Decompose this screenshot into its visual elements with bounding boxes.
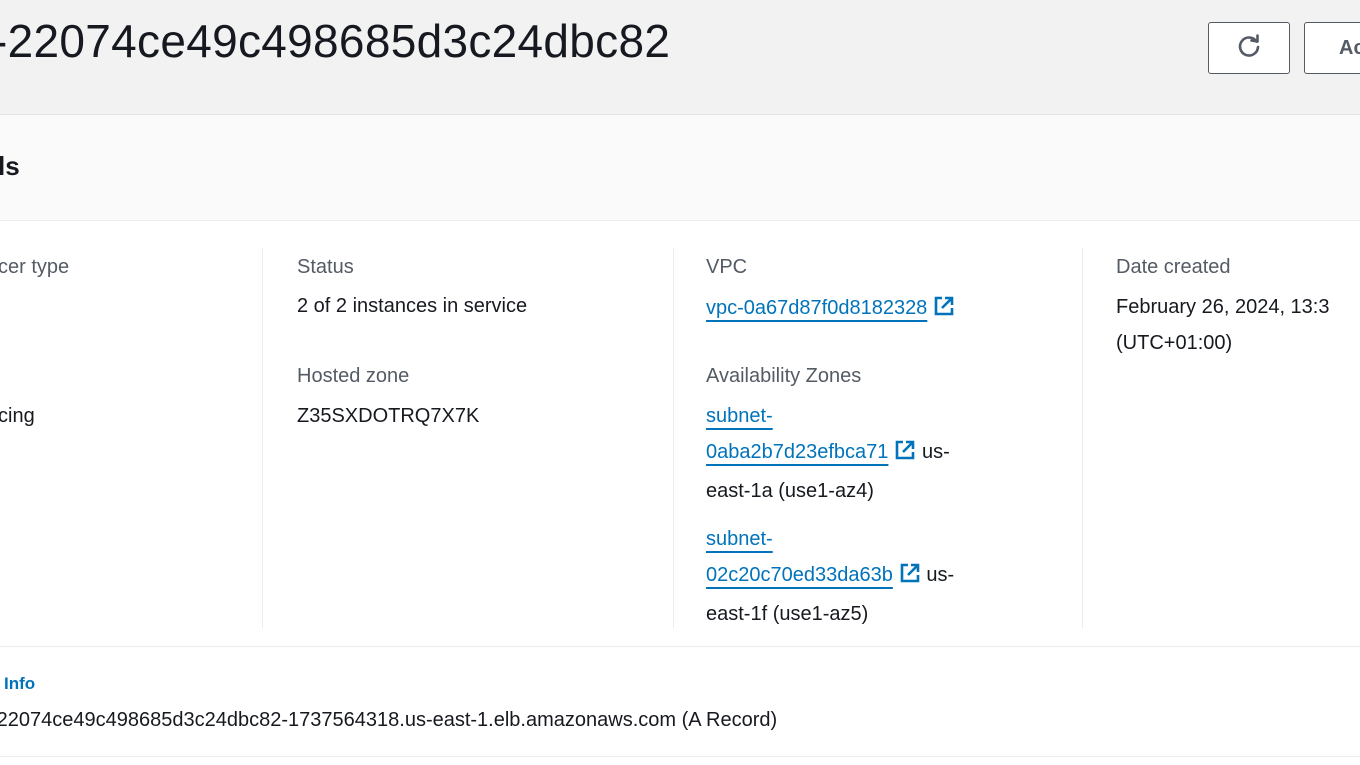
- details-section-header: ls: [0, 115, 1360, 221]
- subnet-entry: subnet- 0aba2b7d23efbca71 us- east-1a (u…: [706, 398, 1026, 509]
- date-created-label: Date created: [1116, 256, 1231, 278]
- hosted-zone-label: Hosted zone: [297, 365, 410, 387]
- actions-button-label: Ac: [1339, 36, 1360, 59]
- subnet-az: east-1a (use1-az4): [706, 480, 874, 502]
- refresh-icon: [1235, 32, 1263, 65]
- column-divider: [1082, 248, 1083, 628]
- page-header: -22074ce49c498685d3c24dbc82 Ac: [0, 0, 1360, 115]
- subnet-az-suffix: us-: [921, 441, 950, 463]
- external-link-icon[interactable]: [899, 560, 921, 596]
- subnet-link[interactable]: 0aba2b7d23efbca71: [706, 441, 888, 463]
- status-value: 2 of 2 instances in service: [297, 295, 528, 317]
- vpc-row: vpc-0a67d87f0d8182328: [706, 295, 955, 323]
- actions-button[interactable]: Ac: [1304, 22, 1360, 74]
- date-created-timezone: (UTC+01:00): [1116, 332, 1233, 354]
- column-divider: [673, 248, 674, 628]
- dns-name-value: -22074ce49c498685d3c24dbc82-1737564318.u…: [0, 709, 778, 731]
- subnet-link[interactable]: subnet-: [706, 528, 773, 550]
- external-link-icon[interactable]: [933, 295, 955, 323]
- vpc-link[interactable]: vpc-0a67d87f0d8182328: [706, 297, 927, 319]
- date-created-line: February 26, 2024, 13:3: [1116, 296, 1330, 318]
- availability-zones-label: Availability Zones: [706, 365, 862, 387]
- subnet-az-suffix: us-: [926, 564, 955, 586]
- hosted-zone-value: Z35SXDOTRQ7X7K: [297, 405, 480, 427]
- dns-info-link[interactable]: Info: [4, 674, 35, 694]
- column-divider: [262, 248, 263, 628]
- page-title: -22074ce49c498685d3c24dbc82: [0, 15, 671, 67]
- section-divider: [0, 646, 1360, 647]
- section-divider: [0, 756, 1360, 757]
- status-label: Status: [297, 256, 354, 278]
- load-balancer-type-label: cer type: [0, 256, 70, 278]
- scheme-value: cing: [0, 405, 35, 427]
- refresh-button[interactable]: [1208, 22, 1290, 74]
- subnet-entry: subnet- 02c20c70ed33da63b us- east-1f (u…: [706, 521, 1026, 632]
- subnet-az: east-1f (use1-az5): [706, 603, 869, 625]
- details-title: ls: [0, 151, 20, 181]
- vpc-label: VPC: [706, 256, 748, 278]
- external-link-icon[interactable]: [894, 437, 916, 473]
- date-created-value: February 26, 2024, 13:3 (UTC+01:00): [1116, 289, 1329, 361]
- subnet-link[interactable]: 02c20c70ed33da63b: [706, 564, 893, 586]
- subnet-link[interactable]: subnet-: [706, 405, 773, 427]
